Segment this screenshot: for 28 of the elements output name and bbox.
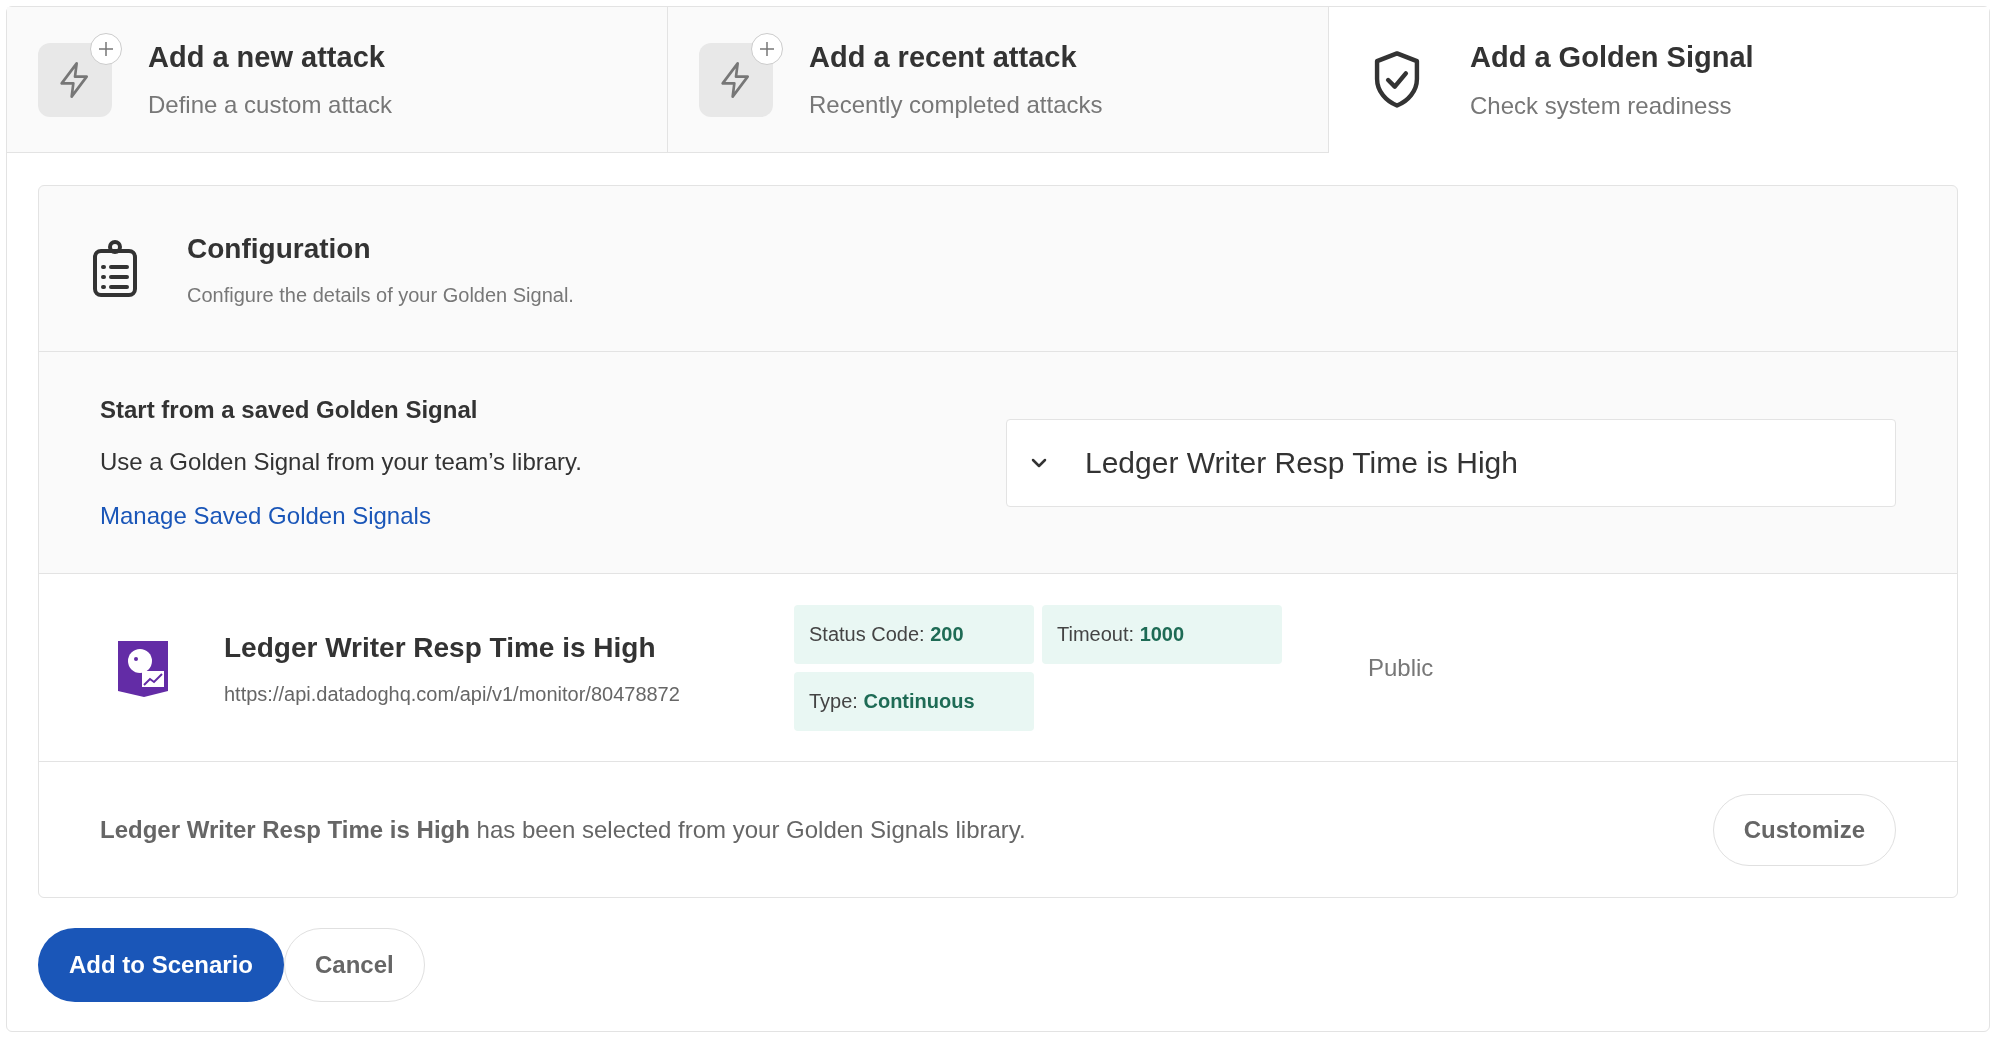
- tab-subtitle: Check system readiness: [1470, 90, 1733, 121]
- selection-notice: Ledger Writer Resp Time is High has been selected from your Golden Signals library.: [100, 814, 1026, 845]
- saved-signal-heading: Start from a saved Golden Signal: [100, 394, 479, 425]
- bolt-plus-icon: [38, 32, 122, 117]
- tab-title: Add a Golden Signal: [1470, 40, 1754, 76]
- add-to-scenario-button[interactable]: Add to Scenario: [38, 928, 285, 1002]
- signal-tag: Type: Continuous: [794, 671, 1034, 731]
- bolt-plus-icon: [699, 32, 783, 117]
- saved-signal-description: Use a Golden Signal from your team’s library.: [100, 446, 582, 477]
- manage-signals-link[interactable]: Manage Saved Golden Signals: [100, 497, 582, 534]
- signal-dropdown[interactable]: Ledger Writer Resp Time is High: [1006, 418, 1896, 507]
- customize-button[interactable]: Customize: [1712, 793, 1896, 866]
- section-subtitle: Configure the details of your Golden Signal.: [187, 282, 574, 308]
- tab[interactable]: Add a Golden Signal Check system readiness: [1328, 7, 1989, 153]
- signal-tag: Timeout: 1000: [1042, 604, 1282, 664]
- visibility-label: Public: [1368, 652, 1434, 683]
- tab-subtitle: Recently completed attacks: [809, 90, 1103, 121]
- cancel-button[interactable]: Cancel: [284, 928, 425, 1002]
- tab-subtitle: Define a custom attack: [148, 90, 393, 121]
- tab[interactable]: Add a new attack Define a custom attack: [7, 7, 667, 153]
- signal-tag: Status Code: 200: [794, 604, 1034, 664]
- signal-url: https://api.datadoghq.com/api/v1/monitor/80478872: [224, 681, 681, 707]
- tab-title: Add a new attack: [148, 39, 386, 75]
- tab-title: Add a recent attack: [809, 39, 1078, 75]
- clipboard-list-icon: [91, 238, 139, 299]
- tab[interactable]: Add a recent attack Recently completed attacks: [667, 7, 1328, 153]
- signal-name: Ledger Writer Resp Time is High: [224, 630, 657, 665]
- section-title: Configuration: [187, 231, 372, 266]
